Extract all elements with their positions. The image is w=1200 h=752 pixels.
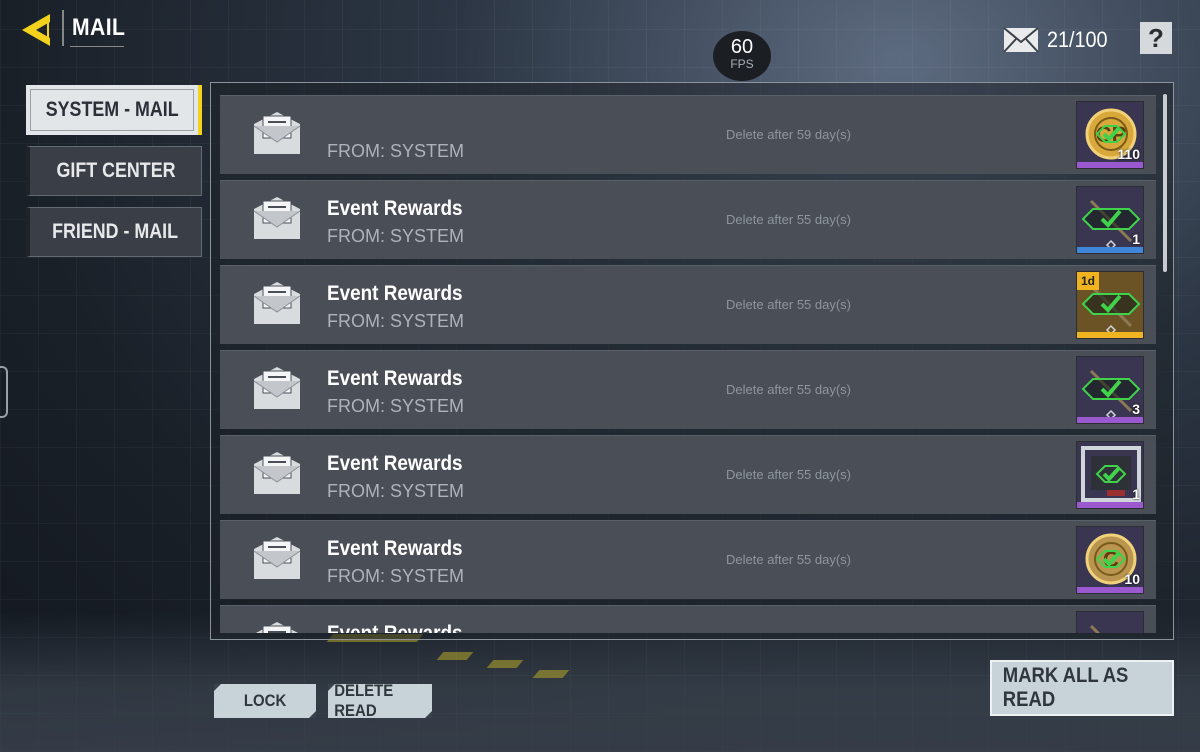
weapon-icon [1077, 612, 1143, 633]
back-arrow-icon[interactable] [18, 12, 54, 48]
help-button[interactable]: ? [1140, 22, 1172, 54]
page-title: MAIL [72, 14, 126, 41]
reward-item[interactable]: C 10 [1076, 526, 1144, 594]
tab-gift-center[interactable]: GIFT CENTER [26, 146, 202, 196]
fps-label: FPS [730, 57, 754, 71]
reward-rarity-bar [1077, 587, 1143, 593]
reward-item[interactable]: CP 110 [1076, 101, 1144, 169]
reward-item[interactable] [1076, 611, 1144, 633]
reward-quantity: 110 [1117, 146, 1140, 162]
reward-rarity-bar [1077, 162, 1143, 168]
mail-envelope-icon [253, 112, 301, 156]
delete-read-button-label: DELETE READ [334, 681, 394, 720]
mail-sender: FROM: SYSTEM [327, 311, 465, 331]
mail-sender: FROM: SYSTEM [327, 141, 465, 161]
envelope-icon [1003, 27, 1039, 53]
mail-row[interactable]: Event Rewards FROM: SYSTEM Delete after 55… [220, 180, 1156, 259]
reward-quantity: 10 [1124, 571, 1140, 587]
mail-envelope-icon [253, 622, 301, 633]
tab-friend-mail[interactable]: FRIEND - MAIL [26, 207, 202, 257]
mark-all-as-read-button[interactable]: MARK ALL AS READ [990, 660, 1174, 716]
mail-subject: Event Rewards [327, 622, 463, 633]
mail-count-text: 21/100 [1047, 27, 1108, 52]
mail-envelope-icon [253, 452, 301, 496]
mail-expiry: Delete after 59 day(s) [726, 127, 852, 142]
reward-quantity: 1 [1132, 231, 1140, 247]
tab-friend-mail-label: FRIEND - MAIL [52, 220, 179, 243]
mail-envelope-icon [253, 367, 301, 411]
reward-duration-tag: 1d [1077, 272, 1100, 290]
lock-button-label: LOCK [243, 691, 287, 710]
reward-item[interactable]: 1 [1076, 441, 1144, 509]
reward-rarity-bar [1077, 332, 1143, 338]
mail-row[interactable]: Event Rewards FROM: SYSTEM Delete after 55… [220, 520, 1156, 599]
tab-gift-center-label: GIFT CENTER [56, 159, 175, 182]
delete-read-button[interactable]: DELETE READ [328, 681, 432, 720]
mail-row[interactable]: Event Rewards FROM: SYSTEM Delete after 55… [220, 265, 1156, 344]
tab-system-mail-label: SYSTEM - MAIL [45, 98, 179, 121]
reward-item[interactable]: 1 [1076, 186, 1144, 254]
mail-subject: Event Rewards [327, 197, 463, 220]
mail-row[interactable]: Event Rewards FROM: SYSTEM Delete after 55… [220, 350, 1156, 429]
fps-value: 60 [730, 36, 754, 58]
mail-row[interactable]: Event Rewards [220, 605, 1156, 633]
mail-sender: FROM: SYSTEM [327, 396, 465, 416]
tab-system-mail[interactable]: SYSTEM - MAIL [26, 85, 202, 135]
reward-item[interactable]: 1d [1076, 271, 1144, 339]
mail-expiry: Delete after 55 day(s) [726, 467, 852, 482]
mail-sender: FROM: SYSTEM [327, 566, 465, 586]
mail-row[interactable]: FROM: SYSTEM Delete after 59 day(s) CP 110 [220, 95, 1156, 174]
reward-rarity-bar [1077, 417, 1143, 423]
mail-sender: FROM: SYSTEM [327, 226, 465, 246]
reward-quantity: 3 [1132, 401, 1140, 417]
title-divider [62, 10, 64, 46]
mail-sender: FROM: SYSTEM [327, 481, 465, 501]
mail-envelope-icon [253, 197, 301, 241]
scrollbar[interactable] [1163, 94, 1167, 272]
mail-expiry: Delete after 55 day(s) [726, 552, 852, 567]
fps-counter: 60 FPS [713, 31, 771, 81]
mark-all-as-read-label: MARK ALL AS READ [1002, 664, 1129, 711]
title-underline [70, 46, 124, 47]
mail-subject: Event Rewards [327, 452, 463, 475]
mail-envelope-icon [253, 537, 301, 581]
reward-quantity: 1 [1132, 486, 1140, 502]
mail-envelope-icon [253, 282, 301, 326]
mail-subject: Event Rewards [327, 282, 463, 305]
reward-rarity-bar [1077, 247, 1143, 253]
mail-row[interactable]: Event Rewards FROM: SYSTEM Delete after 55… [220, 435, 1156, 514]
mail-expiry: Delete after 55 day(s) [726, 212, 852, 227]
side-drawer-handle[interactable] [0, 366, 8, 418]
reward-item[interactable]: 3 [1076, 356, 1144, 424]
mail-subject: Event Rewards [327, 537, 463, 560]
mail-subject: Event Rewards [327, 367, 463, 390]
mail-expiry: Delete after 55 day(s) [726, 297, 852, 312]
lock-button[interactable]: LOCK [214, 684, 316, 718]
reward-rarity-bar [1077, 502, 1143, 508]
mail-capacity: 21/100 [1003, 26, 1114, 54]
mail-expiry: Delete after 55 day(s) [726, 382, 852, 397]
